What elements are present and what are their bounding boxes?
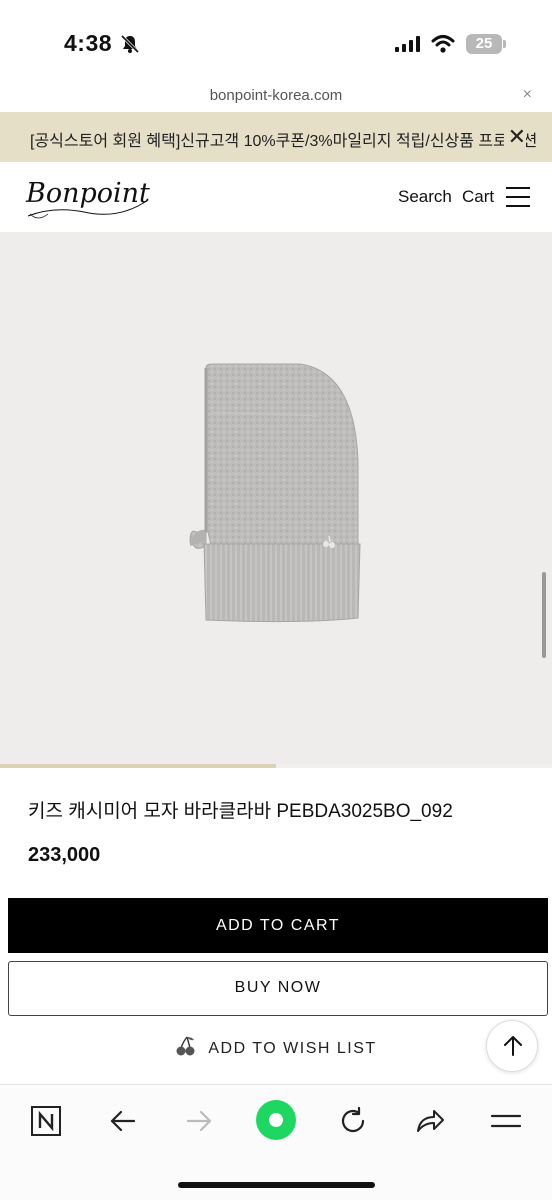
product-price: 233,000 — [28, 844, 101, 866]
green-dot-icon[interactable] — [255, 1099, 297, 1141]
url-text[interactable]: bonpoint-korea.com — [210, 87, 343, 104]
menu-lines-icon[interactable] — [490, 1105, 522, 1137]
share-icon[interactable] — [414, 1105, 446, 1137]
home-indicator[interactable] — [178, 1182, 375, 1188]
back-arrow-icon[interactable] — [108, 1105, 138, 1137]
balaclava-product-image — [189, 363, 361, 623]
url-close-icon[interactable]: × — [523, 86, 532, 104]
url-bar[interactable]: bonpoint-korea.com × — [0, 84, 552, 112]
naver-icon[interactable] — [30, 1105, 62, 1137]
arrow-up-icon — [504, 1036, 522, 1056]
forward-arrow-icon[interactable] — [184, 1105, 214, 1137]
logo-flourish: Bonpoint — [25, 178, 150, 219]
promo-text[interactable]: [공식스토어 회원 혜택]신규고객 10%쿠폰/3%마일리지 적립/신상품 프로… — [30, 127, 537, 151]
bell-slash-icon — [120, 34, 140, 54]
add-to-cart-button[interactable]: ADD TO CART — [8, 898, 548, 953]
battery-icon: 25 — [466, 34, 502, 54]
gallery-progress — [0, 764, 552, 768]
product-title: 키즈 캐시미어 모자 바라클라바 PEBDA3025BO_092 — [28, 801, 453, 822]
logo-text: Bonpoint — [25, 178, 150, 209]
gallery-progress-fill — [0, 764, 276, 768]
promo-banner[interactable]: [공식스토어 회원 혜택]신규고객 10%쿠폰/3%마일리지 적립/신상품 프로… — [0, 112, 552, 162]
wifi-icon — [431, 35, 455, 53]
product-image[interactable] — [0, 232, 552, 764]
battery-tip — [503, 40, 506, 48]
status-time: 4:38 — [64, 30, 113, 56]
add-to-wishlist-button[interactable]: ADD TO WISH LIST — [0, 1036, 552, 1064]
hamburger-menu-icon[interactable] — [506, 187, 530, 207]
bonpoint-logo[interactable]: Bonpoint — [24, 170, 154, 231]
cherry-icon — [176, 1036, 195, 1056]
site-header: Bonpoint Search Cart — [0, 162, 552, 232]
scrollbar-thumb[interactable] — [542, 572, 546, 658]
search-link[interactable]: Search — [398, 187, 452, 207]
scroll-to-top-button[interactable] — [486, 1020, 538, 1072]
promo-close-icon[interactable]: ✕ — [503, 124, 526, 150]
buy-now-button[interactable]: BUY NOW — [8, 961, 548, 1016]
cart-link[interactable]: Cart — [462, 187, 494, 207]
reload-icon[interactable] — [337, 1105, 369, 1137]
wishlist-label[interactable]: ADD TO WISH LIST — [208, 1040, 376, 1057]
signal-icon — [395, 36, 420, 52]
status-bar: 4:38 25 — [0, 0, 552, 84]
